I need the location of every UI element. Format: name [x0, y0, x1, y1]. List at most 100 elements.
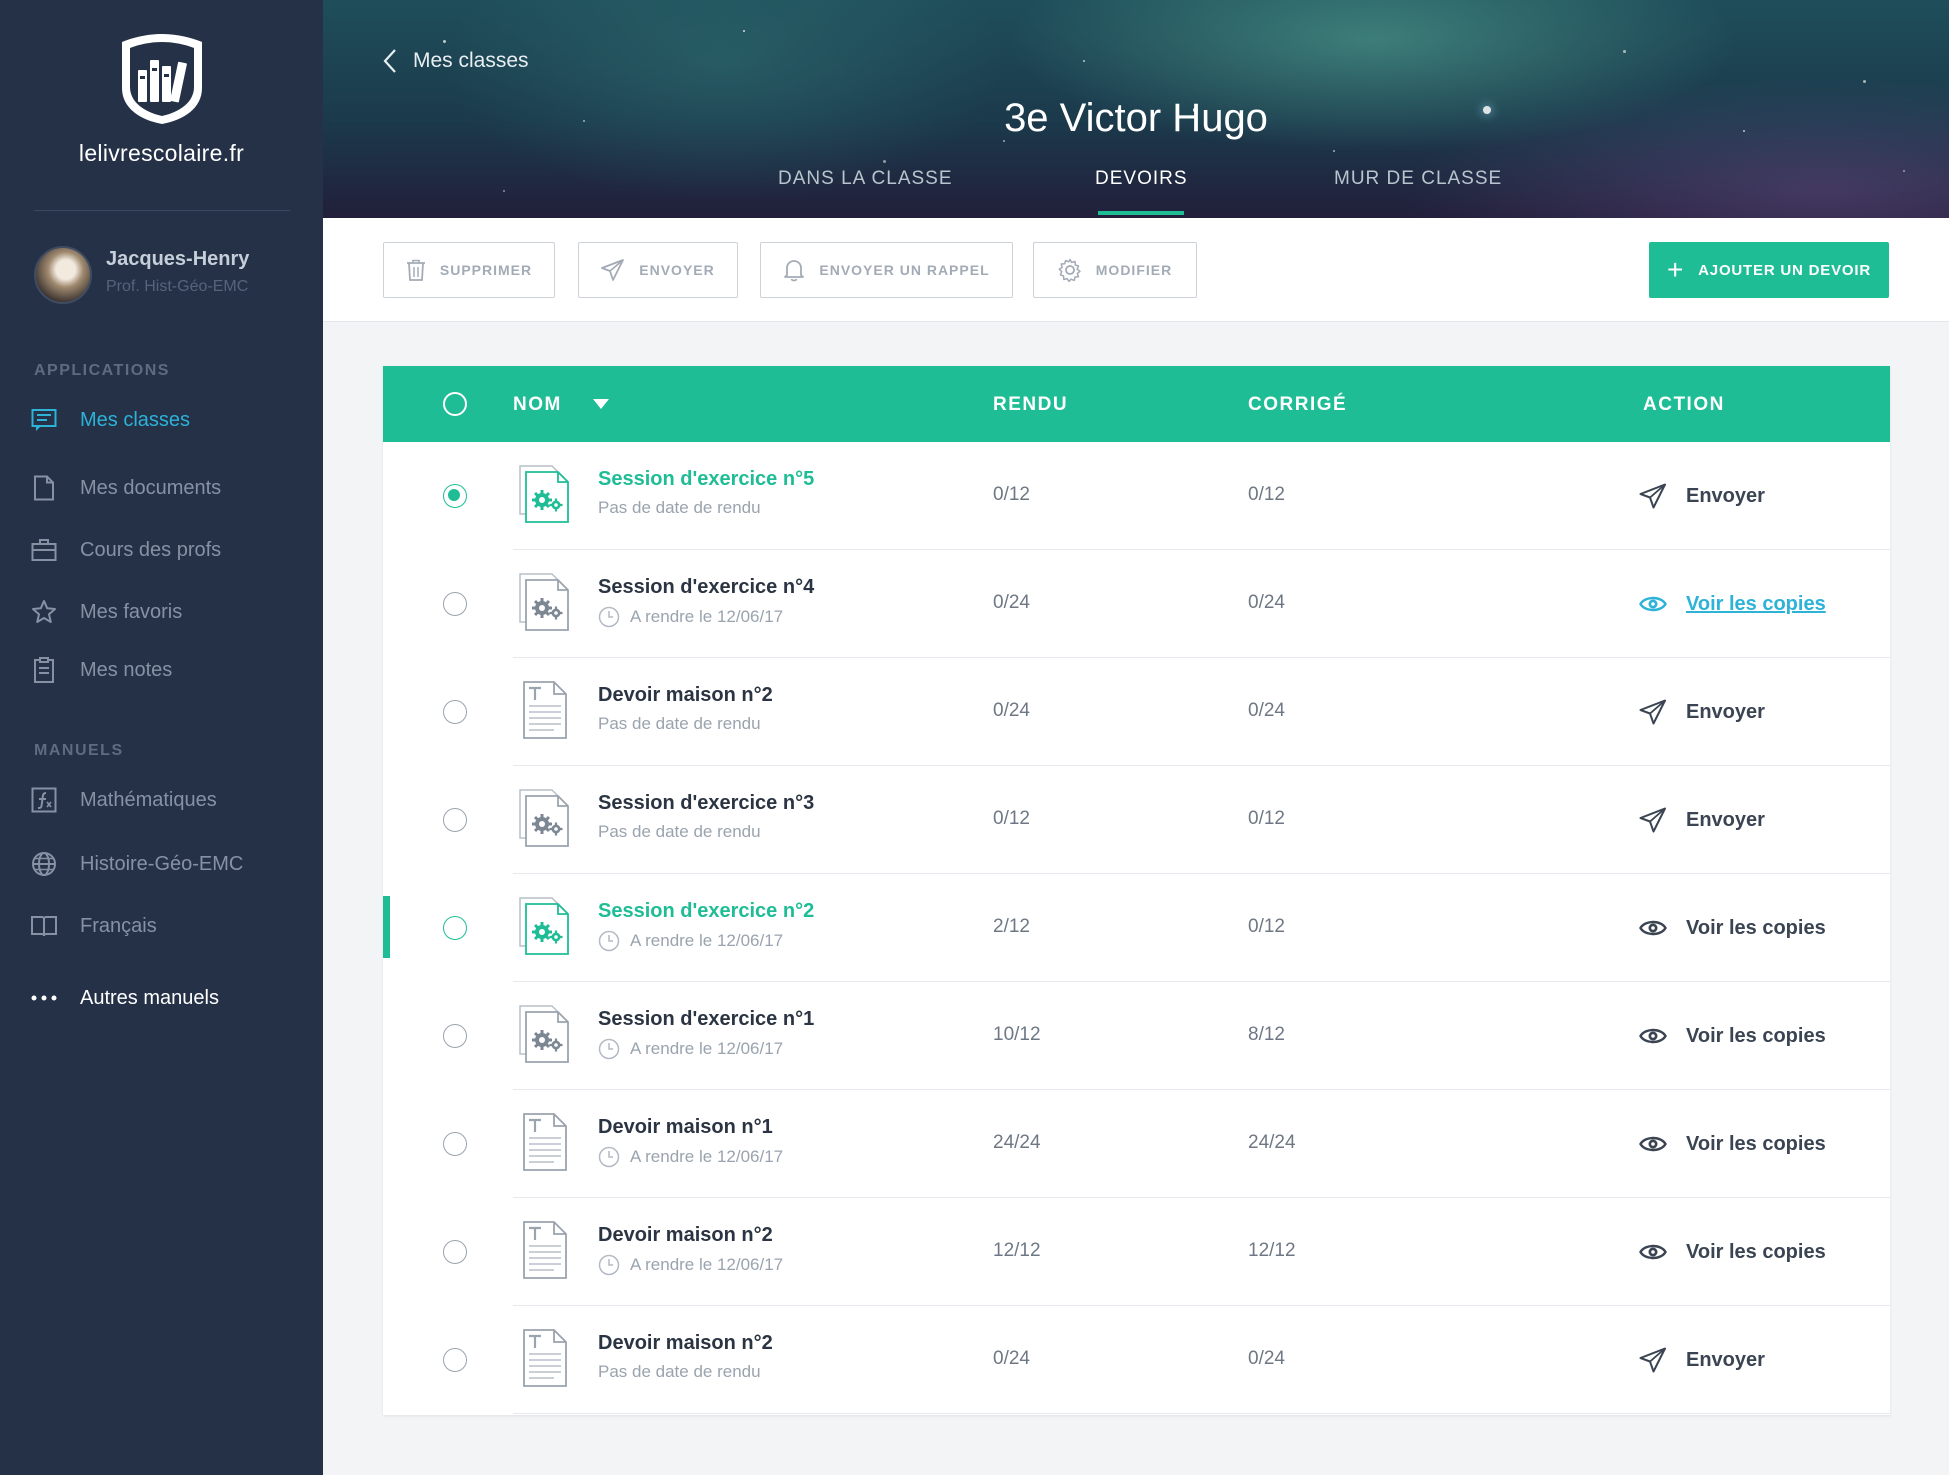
- sidebar-item-label: Mes documents: [80, 476, 222, 499]
- add-assignment-button-label: AJOUTER UN DEVOIR: [1698, 261, 1871, 279]
- action-label: Envoyer: [1686, 484, 1765, 507]
- delete-button[interactable]: SUPPRIMER: [383, 242, 555, 298]
- assignment-name[interactable]: Session d'exercice n°1: [598, 1008, 814, 1031]
- column-header-name[interactable]: NOM: [513, 394, 562, 416]
- view-copies-link[interactable]: Voir les copies: [1638, 1126, 1826, 1162]
- assignment-name[interactable]: Devoir maison n°1: [598, 1116, 773, 1139]
- text-document-icon: [516, 678, 572, 742]
- view-copies-link[interactable]: Voir les copies: [1638, 586, 1826, 622]
- table-row[interactable]: Session d'exercice n°2 A rendre le 12/06…: [383, 874, 1890, 982]
- tab-mur-de-classe[interactable]: MUR DE CLASSE: [1334, 168, 1502, 190]
- assignment-name[interactable]: Devoir maison n°2: [598, 684, 773, 707]
- assignment-name[interactable]: Session d'exercice n°3: [598, 792, 814, 815]
- table-row[interactable]: Session d'exercice n°3 Pas de date de re…: [383, 766, 1890, 874]
- action-label: Envoyer: [1686, 808, 1765, 831]
- assignment-name[interactable]: Devoir maison n°2: [598, 1224, 773, 1247]
- action-label: Voir les copies: [1686, 592, 1826, 615]
- class-tabs: DANS LA CLASSE DEVOIRS MUR DE CLASSE: [323, 168, 1949, 218]
- assignment-due-text: A rendre le 12/06/17: [630, 1039, 784, 1058]
- row-select-radio[interactable]: [443, 592, 467, 616]
- rendu-count: 0/24: [993, 700, 1030, 721]
- paper-plane-icon: [601, 259, 625, 281]
- tab-devoirs[interactable]: DEVOIRS: [1095, 168, 1188, 190]
- send-button[interactable]: ENVOYER: [578, 242, 738, 298]
- column-header-action: ACTION: [1643, 394, 1725, 415]
- send-reminder-button[interactable]: ENVOYER UN RAPPEL: [760, 242, 1013, 298]
- back-link-mes-classes[interactable]: Mes classes: [383, 48, 529, 74]
- row-select-radio[interactable]: [443, 916, 467, 940]
- view-copies-link[interactable]: Voir les copies: [1638, 1234, 1826, 1270]
- sidebar-item-francais[interactable]: Français: [30, 908, 310, 944]
- logo-text: lelivrescolaire.fr: [78, 140, 245, 166]
- row-active-marker: [383, 896, 390, 958]
- corrige-count: 12/12: [1248, 1240, 1296, 1261]
- user-name: Jacques-Henry: [106, 248, 250, 270]
- select-all-radio[interactable]: [443, 392, 467, 416]
- paper-plane-icon: [1638, 697, 1668, 727]
- send-action-button[interactable]: Envoyer: [1638, 694, 1765, 730]
- corrige-count: 0/24: [1248, 592, 1285, 613]
- row-select-radio[interactable]: [443, 1132, 467, 1156]
- assignment-due: A rendre le 12/06/17: [598, 1146, 783, 1168]
- assignment-due: A rendre le 12/06/17: [598, 1038, 783, 1060]
- row-select-radio[interactable]: [443, 1024, 467, 1048]
- table-row[interactable]: Devoir maison n°2 Pas de date de rendu 0…: [383, 1306, 1890, 1414]
- row-select-radio[interactable]: [443, 484, 467, 508]
- corrige-count: 24/24: [1248, 1132, 1296, 1153]
- sidebar-item-label: Mes favoris: [80, 600, 183, 623]
- action-label: Voir les copies: [1686, 916, 1826, 939]
- eye-icon: [1638, 1129, 1668, 1159]
- sort-caret-down-icon[interactable]: [593, 399, 609, 409]
- text-document-icon: [516, 1326, 572, 1390]
- add-assignment-button[interactable]: + AJOUTER UN DEVOIR: [1649, 242, 1889, 298]
- user-profile[interactable]: Jacques-Henry Prof. Hist-Géo-EMC: [34, 246, 294, 306]
- active-tab-indicator: [1098, 211, 1184, 215]
- table-row[interactable]: Devoir maison n°2 A rendre le 12/06/17 1…: [383, 1198, 1890, 1306]
- paper-plane-icon: [1638, 481, 1668, 511]
- send-action-button[interactable]: Envoyer: [1638, 1342, 1765, 1378]
- table-row[interactable]: Devoir maison n°2 Pas de date de rendu 0…: [383, 658, 1890, 766]
- sidebar-item-mes-documents[interactable]: Mes documents: [30, 470, 310, 506]
- assignment-name[interactable]: Devoir maison n°2: [598, 1332, 773, 1355]
- exercise-file-icon: [516, 570, 572, 634]
- row-select-radio[interactable]: [443, 1348, 467, 1372]
- assignment-due-text: Pas de date de rendu: [598, 714, 761, 733]
- table-row[interactable]: Session d'exercice n°5 Pas de date de re…: [383, 442, 1890, 550]
- column-header-corrige: CORRIGÉ: [1248, 394, 1348, 415]
- assignment-name[interactable]: Session d'exercice n°2: [598, 900, 814, 923]
- assignment-name[interactable]: Session d'exercice n°4: [598, 576, 814, 599]
- assignment-due: Pas de date de rendu: [598, 1362, 761, 1382]
- table-row[interactable]: Session d'exercice n°4 A rendre le 12/06…: [383, 550, 1890, 658]
- edit-button[interactable]: MODIFIER: [1033, 242, 1197, 298]
- exercise-file-icon: [516, 1002, 572, 1066]
- chevron-left-icon: [383, 49, 396, 73]
- sidebar-item-mes-notes[interactable]: Mes notes: [30, 652, 310, 688]
- view-copies-link[interactable]: Voir les copies: [1638, 910, 1826, 946]
- send-action-button[interactable]: Envoyer: [1638, 478, 1765, 514]
- row-select-radio[interactable]: [443, 1240, 467, 1264]
- edit-button-label: MODIFIER: [1095, 262, 1173, 278]
- sidebar-item-cours-des-profs[interactable]: Cours des profs: [30, 532, 310, 568]
- sidebar-item-mes-favoris[interactable]: Mes favoris: [30, 594, 310, 630]
- action-label: Envoyer: [1686, 700, 1765, 723]
- sidebar-item-label: Mes notes: [80, 658, 173, 681]
- table-row[interactable]: Session d'exercice n°1 A rendre le 12/06…: [383, 982, 1890, 1090]
- user-role: Prof. Hist-Géo-EMC: [106, 278, 249, 295]
- sidebar-item-histoire-geo-emc[interactable]: Histoire-Géo-EMC: [30, 846, 310, 882]
- logo[interactable]: lelivrescolaire.fr: [0, 30, 323, 167]
- row-select-radio[interactable]: [443, 700, 467, 724]
- row-select-radio[interactable]: [443, 808, 467, 832]
- rendu-count: 0/24: [993, 592, 1030, 613]
- rendu-count: 24/24: [993, 1132, 1041, 1153]
- avatar: [34, 246, 92, 304]
- assignment-name[interactable]: Session d'exercice n°5: [598, 468, 814, 491]
- book-icon: [30, 912, 58, 940]
- tab-dans-la-classe[interactable]: DANS LA CLASSE: [778, 168, 953, 190]
- table-row[interactable]: Devoir maison n°1 A rendre le 12/06/17 2…: [383, 1090, 1890, 1198]
- view-copies-link[interactable]: Voir les copies: [1638, 1018, 1826, 1054]
- sidebar-item-label: Cours des profs: [80, 538, 222, 561]
- sidebar-item-autres-manuels[interactable]: Autres manuels: [30, 980, 310, 1016]
- sidebar-item-mes-classes[interactable]: Mes classes: [30, 402, 310, 438]
- sidebar-item-mathematiques[interactable]: Mathématiques: [30, 782, 310, 818]
- send-action-button[interactable]: Envoyer: [1638, 802, 1765, 838]
